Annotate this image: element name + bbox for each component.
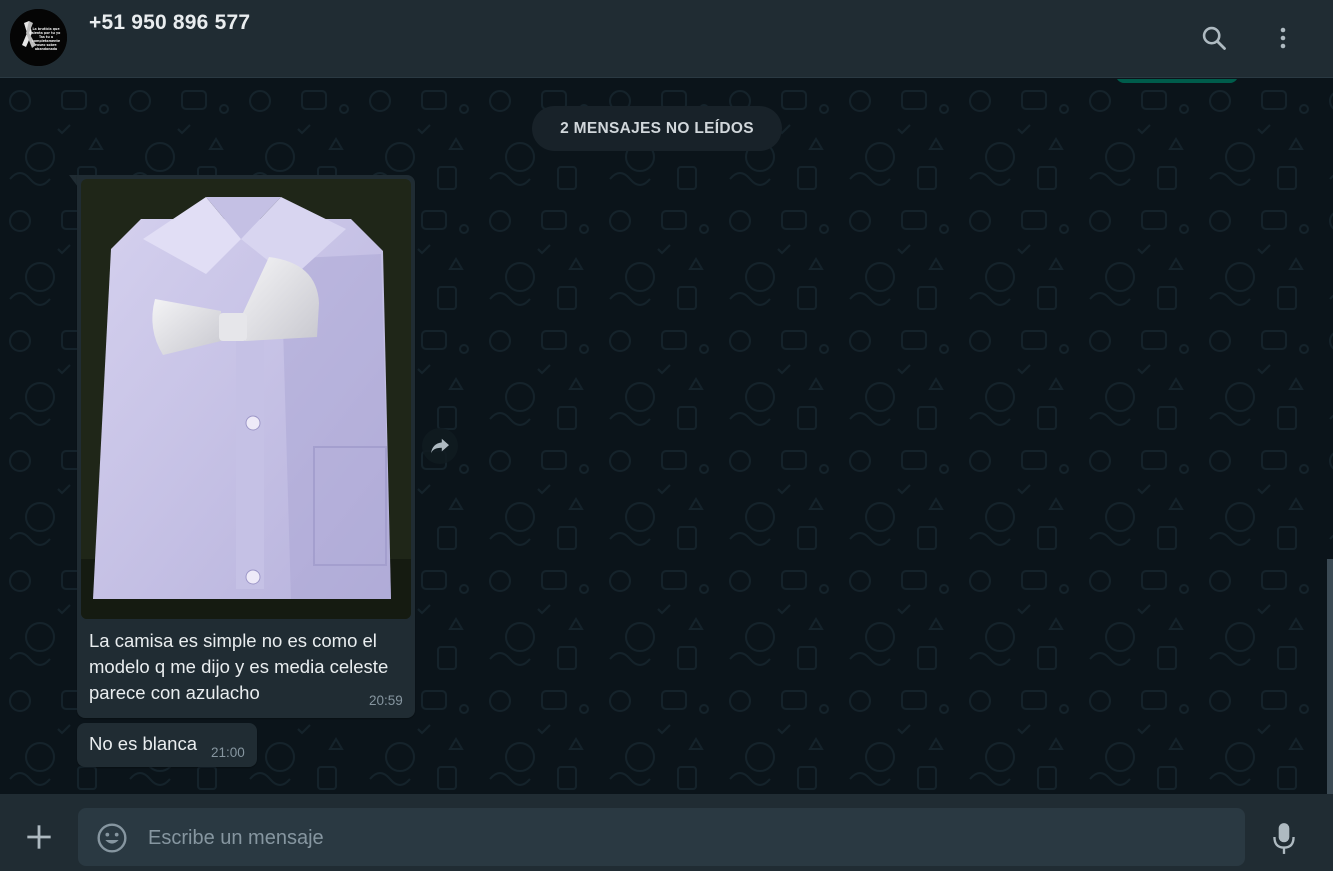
mic-button[interactable]: [1264, 818, 1304, 858]
search-icon: [1202, 26, 1226, 50]
chat-header: La bruticia que sienta por tu yo Tas tu …: [0, 0, 1333, 78]
forward-button[interactable]: [422, 428, 458, 464]
menu-button[interactable]: [1263, 18, 1303, 58]
microphone-icon: [1273, 823, 1295, 854]
message-list[interactable]: 2 MENSAJES NO LEÍDOS La camisa es simple…: [0, 79, 1333, 794]
composer-bar: [0, 794, 1333, 871]
avatar-caption: La bruticia que sienta por tu yo Tas tu …: [31, 27, 61, 51]
avatar[interactable]: La bruticia que sienta por tu yo Tas tu …: [10, 9, 67, 66]
plus-icon: [27, 825, 51, 849]
search-button[interactable]: [1194, 18, 1234, 58]
message-time: 21:00: [211, 745, 245, 760]
whatsapp-app: La bruticia que sienta por tu yo Tas tu …: [0, 0, 1333, 871]
previous-outgoing-bubble: [1116, 79, 1238, 83]
shirt-image: [81, 179, 411, 619]
message-input-box[interactable]: [78, 808, 1245, 868]
text-message[interactable]: No es blanca 21:00: [77, 723, 257, 767]
message-time: 20:59: [369, 693, 403, 708]
shirt-photo[interactable]: [81, 179, 411, 619]
emoji-icon: [97, 823, 127, 853]
emoji-button[interactable]: [94, 820, 130, 856]
image-message[interactable]: La camisa es simple no es como el modelo…: [77, 175, 415, 718]
kebab-menu-icon: [1280, 27, 1286, 49]
contact-name[interactable]: +51 950 896 577: [89, 11, 250, 35]
forward-icon: [431, 438, 449, 454]
message-input[interactable]: [146, 808, 1230, 868]
scrollbar[interactable]: [1327, 559, 1333, 794]
attach-button[interactable]: [20, 818, 58, 856]
message-text: No es blanca: [89, 733, 197, 754]
unread-banner: 2 MENSAJES NO LEÍDOS: [532, 106, 782, 151]
image-caption: La camisa es simple no es como el modelo…: [89, 630, 389, 703]
